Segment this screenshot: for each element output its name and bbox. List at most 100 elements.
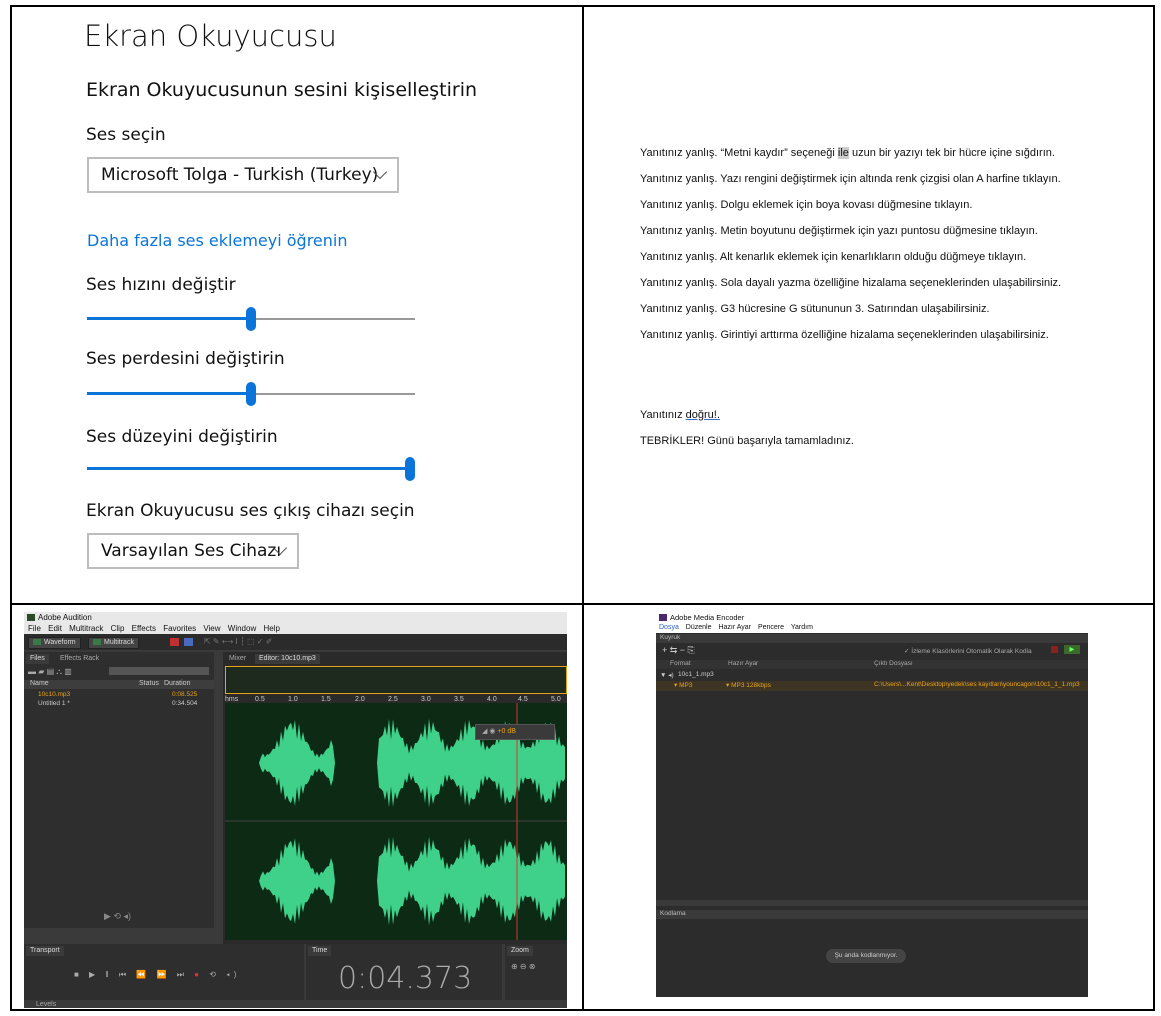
feedback-line: Yanıtınız yanlış. Dolgu eklemek için boy… <box>640 199 973 211</box>
speed-slider[interactable] <box>87 307 415 331</box>
volume-slider[interactable] <box>87 457 415 481</box>
adobe-media-encoder-window: Adobe Media Encoder Dosya Düzenle Hazır … <box>656 612 1088 997</box>
menu-favorites[interactable]: Favorites <box>163 624 196 633</box>
menu-file[interactable]: File <box>28 624 41 633</box>
tab-queue[interactable]: Kuyruk <box>660 634 680 641</box>
voice-label: Ses seçin <box>86 125 166 145</box>
hud-volume-control[interactable]: ◢ ◉ +0 dB <box>475 724 555 740</box>
start-queue-button[interactable]: ▶ <box>1064 645 1080 654</box>
multitrack-button[interactable]: Multitrack <box>88 637 139 649</box>
col-output[interactable]: Çıktı Dosyası <box>874 660 913 667</box>
slider-fill <box>87 392 251 395</box>
search-input[interactable] <box>109 667 209 675</box>
overview-bar[interactable] <box>225 666 567 694</box>
menu-pencere[interactable]: Pencere <box>758 624 784 631</box>
slider-fill <box>87 467 410 470</box>
auto-encode-checkbox[interactable]: ✓ İzleme Klasörlerini Otomatik Olarak Ko… <box>904 647 1032 655</box>
feedback-panel: Yanıtınız yanlış. “Metni kaydır” seçeneğ… <box>584 7 1154 603</box>
expand-arrow-icon[interactable]: ▼ ◂) <box>660 671 674 679</box>
transport-panel: Transport ■ ▶ ‖ ⏮ ⏪ ⏩ ⏭ ● ⟲ ◂) <box>24 944 304 1000</box>
voice-select-value: Microsoft Tolga - Turkish (Turkey) <box>101 165 379 185</box>
slider-fill <box>87 317 251 320</box>
menu-yardim[interactable]: Yardım <box>791 624 813 631</box>
waveform-button[interactable]: Waveform <box>28 637 81 649</box>
slider-thumb[interactable] <box>405 457 415 481</box>
menu-duzenle[interactable]: Düzenle <box>686 624 712 631</box>
tab-levels[interactable]: Levels <box>32 1000 61 1008</box>
panel-footer-icons[interactable]: ▶ ⟲ ◂) <box>104 911 131 922</box>
pitch-label: Ses perdesini değiştirin <box>86 349 285 369</box>
tab-zoom[interactable]: Zoom <box>507 946 533 956</box>
waveform-icon <box>33 639 41 646</box>
zoom-icons[interactable]: ⊕ ⊖ ⊗ <box>511 962 536 971</box>
slider-thumb[interactable] <box>246 382 256 406</box>
level-icon: ◢ ◉ <box>482 728 498 735</box>
slider-thumb[interactable] <box>246 307 256 331</box>
multitrack-icon <box>93 639 101 646</box>
menu-effects[interactable]: Effects <box>132 624 156 633</box>
encoding-tab-bar: Kodlama <box>656 910 1088 919</box>
queue-item-row[interactable]: ▾ MP3 ▾ MP3 128kbps C:\Users\...Kent\Des… <box>656 681 1088 691</box>
transport-controls[interactable]: ■ ▶ ‖ ⏮ ⏪ ⏩ ⏭ ● ⟲ ◂) <box>74 970 240 980</box>
menu-window[interactable]: Window <box>228 624 256 633</box>
file-actions-icons[interactable]: ▬ ▰ ▤ ⛬ ▥ <box>28 667 72 677</box>
files-panel: Files Effects Rack ▬ ▰ ▤ ⛬ ▥ Name Status… <box>24 652 214 928</box>
output-device-select[interactable]: Varsayılan Ses Cihazı <box>87 533 299 569</box>
adobe-audition-window: Adobe Audition File Edit Multitrack Clip… <box>24 612 567 1008</box>
tab-editor[interactable]: Editor: 10c10.mp3 <box>255 654 320 664</box>
congrats-line: TEBRİKLER! Günü başarıyla tamamladınız. <box>640 435 854 447</box>
format-select[interactable]: ▾ MP3 <box>674 681 692 689</box>
tool-icons[interactable]: ⇱ ✎ ⟷ I ┆ ⬚ ✓ ✐ <box>204 637 272 646</box>
file-row[interactable]: 10c10.mp3 0:08.525 <box>38 691 197 698</box>
menu-edit[interactable]: Edit <box>48 624 62 633</box>
feedback-line: Yanıtınız yanlış. Girintiyi arttırma öze… <box>640 329 1049 341</box>
time-display: 0:04.373 <box>338 961 473 996</box>
menu-clip[interactable]: Clip <box>111 624 125 633</box>
pitch-display-icon[interactable] <box>184 638 193 646</box>
tab-effects-rack[interactable]: Effects Rack <box>56 654 103 664</box>
tab-files[interactable]: Files <box>26 654 49 664</box>
queue-source-row[interactable]: ▼ ◂) 10c1_1.mp3 <box>656 671 1088 680</box>
speed-label: Ses hızını değiştir <box>86 275 236 295</box>
stop-icon[interactable] <box>1051 646 1058 653</box>
col-status[interactable]: Status <box>139 680 159 687</box>
menu-view[interactable]: View <box>203 624 220 633</box>
menu-dosya[interactable]: Dosya <box>659 624 679 631</box>
pitch-slider[interactable] <box>87 382 415 406</box>
toolbar: Waveform Multitrack ⇱ ✎ ⟷ I ┆ ⬚ ✓ ✐ <box>24 634 567 650</box>
queue-action-icons[interactable]: + ⇆ − ⎘ <box>662 645 695 656</box>
col-duration[interactable]: Duration <box>164 680 190 687</box>
tab-mixer[interactable]: Mixer <box>225 654 250 664</box>
highlighted-word: ile <box>837 147 849 159</box>
queue-scrollbar[interactable] <box>656 900 1088 906</box>
file-row[interactable]: Untitled 1 * 0:34.504 <box>38 700 197 707</box>
page-title: Ekran Okuyucusu <box>84 19 337 53</box>
waveform-channel <box>225 836 565 926</box>
tab-encoding[interactable]: Kodlama <box>660 910 686 917</box>
menu-help[interactable]: Help <box>263 624 279 633</box>
narrator-settings-panel: Ekran Okuyucusu Ekran Okuyucusunun sesin… <box>12 7 582 603</box>
record-icon: ● <box>194 970 204 979</box>
menu-bar: File Edit Multitrack Clip Effects Favori… <box>24 623 567 634</box>
output-file-link[interactable]: C:\Users\...Kent\Desktop\yedek\ses kayıt… <box>874 681 1080 688</box>
spectral-display-icon[interactable] <box>170 638 179 646</box>
section-title: Ekran Okuyucusunun sesini kişiselleştiri… <box>86 79 478 101</box>
menu-hazir-ayar[interactable]: Hazır Ayar <box>718 624 751 631</box>
col-name[interactable]: Name <box>30 680 49 687</box>
more-voices-link[interactable]: Daha fazla ses eklemeyi öğrenin <box>87 231 348 250</box>
queue-header: Format Hazır Ayar Çıktı Dosyası <box>656 660 1088 669</box>
tab-transport[interactable]: Transport <box>26 946 64 956</box>
media-encoder-app-icon <box>659 614 667 621</box>
output-device-label: Ekran Okuyucusu ses çıkış cihazı seçin <box>86 501 415 521</box>
preset-select[interactable]: ▾ MP3 128kbps <box>726 681 771 689</box>
tab-time[interactable]: Time <box>308 946 332 956</box>
voice-select[interactable]: Microsoft Tolga - Turkish (Turkey) <box>87 157 399 193</box>
menu-multitrack[interactable]: Multitrack <box>69 624 103 633</box>
feedback-line: Yanıtınız yanlış. G3 hücresine G sütunun… <box>640 303 990 315</box>
col-format[interactable]: Format <box>670 660 691 667</box>
col-preset[interactable]: Hazır Ayar <box>728 660 758 667</box>
feedback-line: Yanıtınız yanlış. Alt kenarlık eklemek i… <box>640 251 1027 263</box>
title-bar: Adobe Audition <box>24 612 567 623</box>
correct-answer-line: Yanıtınız doğru!. <box>640 409 720 421</box>
waveform-display[interactable]: ◢ ◉ +0 dB <box>225 703 567 940</box>
